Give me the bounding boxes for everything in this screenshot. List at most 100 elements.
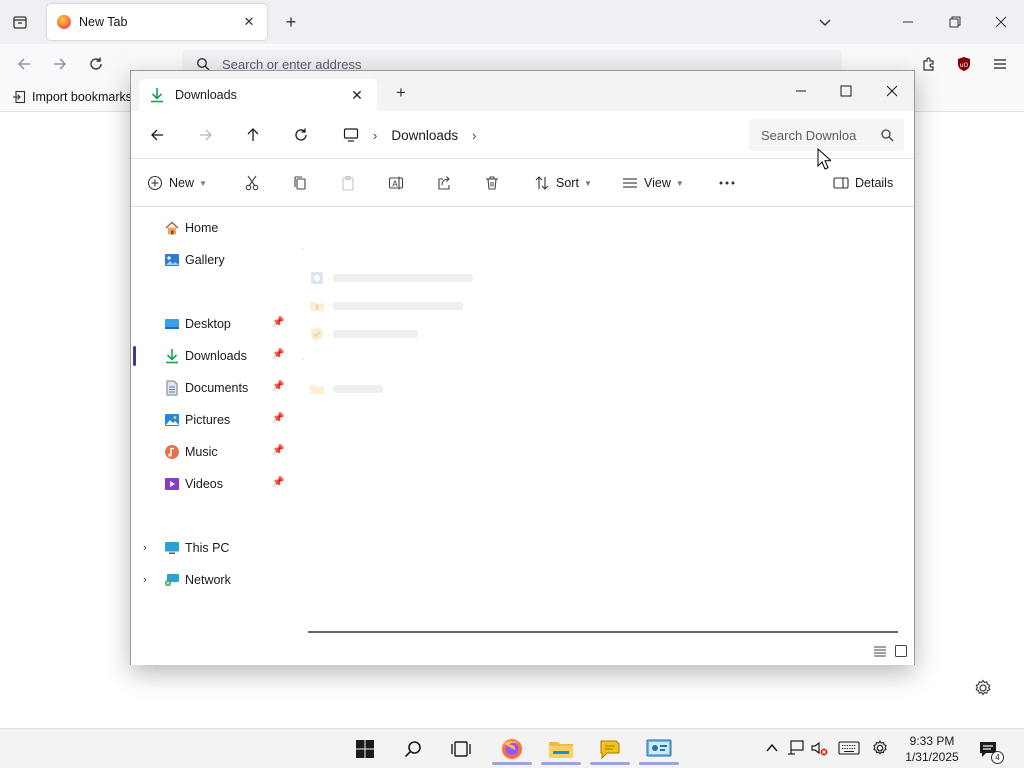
browser-minimize-icon[interactable] <box>898 12 918 32</box>
list-item[interactable] <box>309 325 418 343</box>
view-button[interactable]: View ▼ <box>622 171 684 195</box>
refresh-icon[interactable] <box>289 123 313 147</box>
list-item[interactable] <box>309 297 463 315</box>
details-pane-icon <box>833 177 849 189</box>
mouse-cursor-icon <box>817 148 831 170</box>
breadcrumb[interactable]: › Downloads › <box>335 119 740 151</box>
browser-tab-strip: New Tab ✕ + <box>0 0 1024 44</box>
taskbar-notes-app[interactable] <box>590 733 630 765</box>
hamburger-menu-icon[interactable] <box>988 52 1012 76</box>
monitor-icon[interactable] <box>343 127 359 143</box>
svg-text:A: A <box>392 180 398 189</box>
sidebar-item-gallery[interactable]: Gallery <box>131 246 291 274</box>
chevron-right-icon[interactable]: › <box>143 542 153 554</box>
reload-icon[interactable] <box>84 52 108 76</box>
clock-time: 9:33 PM <box>909 734 955 748</box>
videos-icon <box>165 478 179 490</box>
up-arrow-icon[interactable] <box>241 123 265 147</box>
breadcrumb-chevron-icon[interactable]: › <box>472 128 476 143</box>
taskbar-control-panel[interactable] <box>639 733 679 765</box>
sidebar-item-this-pc[interactable]: › This PC <box>131 534 291 562</box>
chevron-down-icon: ▼ <box>675 178 684 188</box>
firefox-view-icon[interactable] <box>8 10 32 34</box>
keyboard-icon[interactable] <box>838 739 860 757</box>
import-bookmarks-button[interactable]: Import bookmarks <box>12 90 132 104</box>
explorer-tab-downloads[interactable]: Downloads ✕ <box>139 79 377 111</box>
cut-icon[interactable] <box>240 171 264 195</box>
delete-trash-icon[interactable] <box>480 171 504 195</box>
explorer-new-tab-button[interactable]: + <box>391 83 411 103</box>
network-status-icon[interactable] <box>787 739 805 757</box>
view-label: View <box>644 176 671 190</box>
sidebar-item-documents[interactable]: Documents 📌 <box>131 374 291 402</box>
explorer-maximize-icon[interactable] <box>831 77 861 105</box>
forward-arrow-icon[interactable] <box>194 123 218 147</box>
rename-icon[interactable]: A <box>384 171 408 195</box>
group-header-chevron-icon[interactable]: ⌄ <box>299 352 311 362</box>
new-tab-button[interactable]: + <box>280 11 302 33</box>
settings-gear-icon[interactable] <box>871 739 889 757</box>
browser-tab-title: New Tab <box>79 15 128 29</box>
paste-icon[interactable] <box>336 171 360 195</box>
close-tab-icon[interactable]: ✕ <box>349 87 365 103</box>
sidebar-item-network[interactable]: › Network <box>131 566 291 594</box>
horizontal-scrollbar[interactable] <box>308 631 898 633</box>
pin-icon[interactable]: 📌 <box>272 317 284 331</box>
firefox-favicon-icon <box>57 15 71 29</box>
pin-icon[interactable]: 📌 <box>272 381 284 395</box>
volume-muted-icon[interactable] <box>810 739 828 757</box>
pin-icon[interactable]: 📌 <box>272 445 284 459</box>
large-icons-view-icon[interactable] <box>894 644 910 660</box>
pictures-icon <box>165 414 179 426</box>
details-pane-button[interactable]: Details <box>833 171 893 195</box>
browser-tab[interactable]: New Tab ✕ <box>47 4 267 40</box>
sidebar-item-pictures[interactable]: Pictures 📌 <box>131 406 291 434</box>
list-item[interactable] <box>309 269 473 287</box>
status-bar <box>131 639 914 665</box>
sidebar-item-home[interactable]: Home <box>131 214 291 242</box>
start-button[interactable] <box>345 733 385 765</box>
search-icon <box>881 129 894 142</box>
list-all-tabs-icon[interactable] <box>815 12 835 32</box>
breadcrumb-item[interactable]: Downloads <box>391 128 458 143</box>
list-item[interactable] <box>309 380 383 398</box>
taskbar-search-button[interactable] <box>393 733 433 765</box>
browser-restore-icon[interactable] <box>945 12 965 32</box>
browser-close-icon[interactable] <box>991 12 1011 32</box>
notification-center-button[interactable]: 4 <box>978 739 1004 764</box>
system-clock[interactable]: 9:33 PM 1/31/2025 <box>898 733 966 765</box>
sidebar-item-downloads[interactable]: Downloads 📌 <box>131 342 291 370</box>
explorer-minimize-icon[interactable] <box>786 77 816 105</box>
taskbar-firefox[interactable] <box>492 733 532 765</box>
breadcrumb-chevron-icon[interactable]: › <box>373 128 377 143</box>
chevron-up-icon[interactable] <box>763 739 781 757</box>
pin-icon[interactable]: 📌 <box>272 477 284 491</box>
home-icon <box>165 221 179 235</box>
sidebar-item-desktop[interactable]: Desktop 📌 <box>131 310 291 338</box>
sidebar-item-videos[interactable]: Videos 📌 <box>131 470 291 498</box>
forward-arrow-icon[interactable] <box>48 52 72 76</box>
share-icon[interactable] <box>432 171 456 195</box>
file-explorer-window: Downloads ✕ + › Downloads › Search Downl… <box>130 70 915 665</box>
close-tab-icon[interactable]: ✕ <box>241 14 257 30</box>
back-arrow-icon[interactable] <box>145 123 169 147</box>
chevron-down-icon: ▼ <box>583 178 592 188</box>
newtab-settings-gear-icon[interactable] <box>973 678 993 698</box>
ublock-origin-icon[interactable]: uO <box>952 52 976 76</box>
pin-icon[interactable]: 📌 <box>272 349 284 363</box>
back-arrow-icon[interactable] <box>12 52 36 76</box>
task-view-button[interactable] <box>441 733 481 765</box>
explorer-close-icon[interactable] <box>877 77 907 105</box>
details-view-icon[interactable] <box>873 644 889 660</box>
taskbar-file-explorer[interactable] <box>541 733 581 765</box>
sort-button[interactable]: Sort ▼ <box>534 171 592 195</box>
chevron-right-icon[interactable]: › <box>143 574 153 586</box>
more-options-icon[interactable] <box>715 171 739 195</box>
group-header-chevron-icon[interactable]: ⌄ <box>299 242 311 252</box>
extensions-icon[interactable] <box>917 52 941 76</box>
sidebar-item-music[interactable]: Music 📌 <box>131 438 291 466</box>
search-input[interactable]: Search Downloa <box>749 119 904 151</box>
pin-icon[interactable]: 📌 <box>272 413 284 427</box>
copy-icon[interactable] <box>288 171 312 195</box>
new-button[interactable]: New ▼ <box>147 171 207 195</box>
